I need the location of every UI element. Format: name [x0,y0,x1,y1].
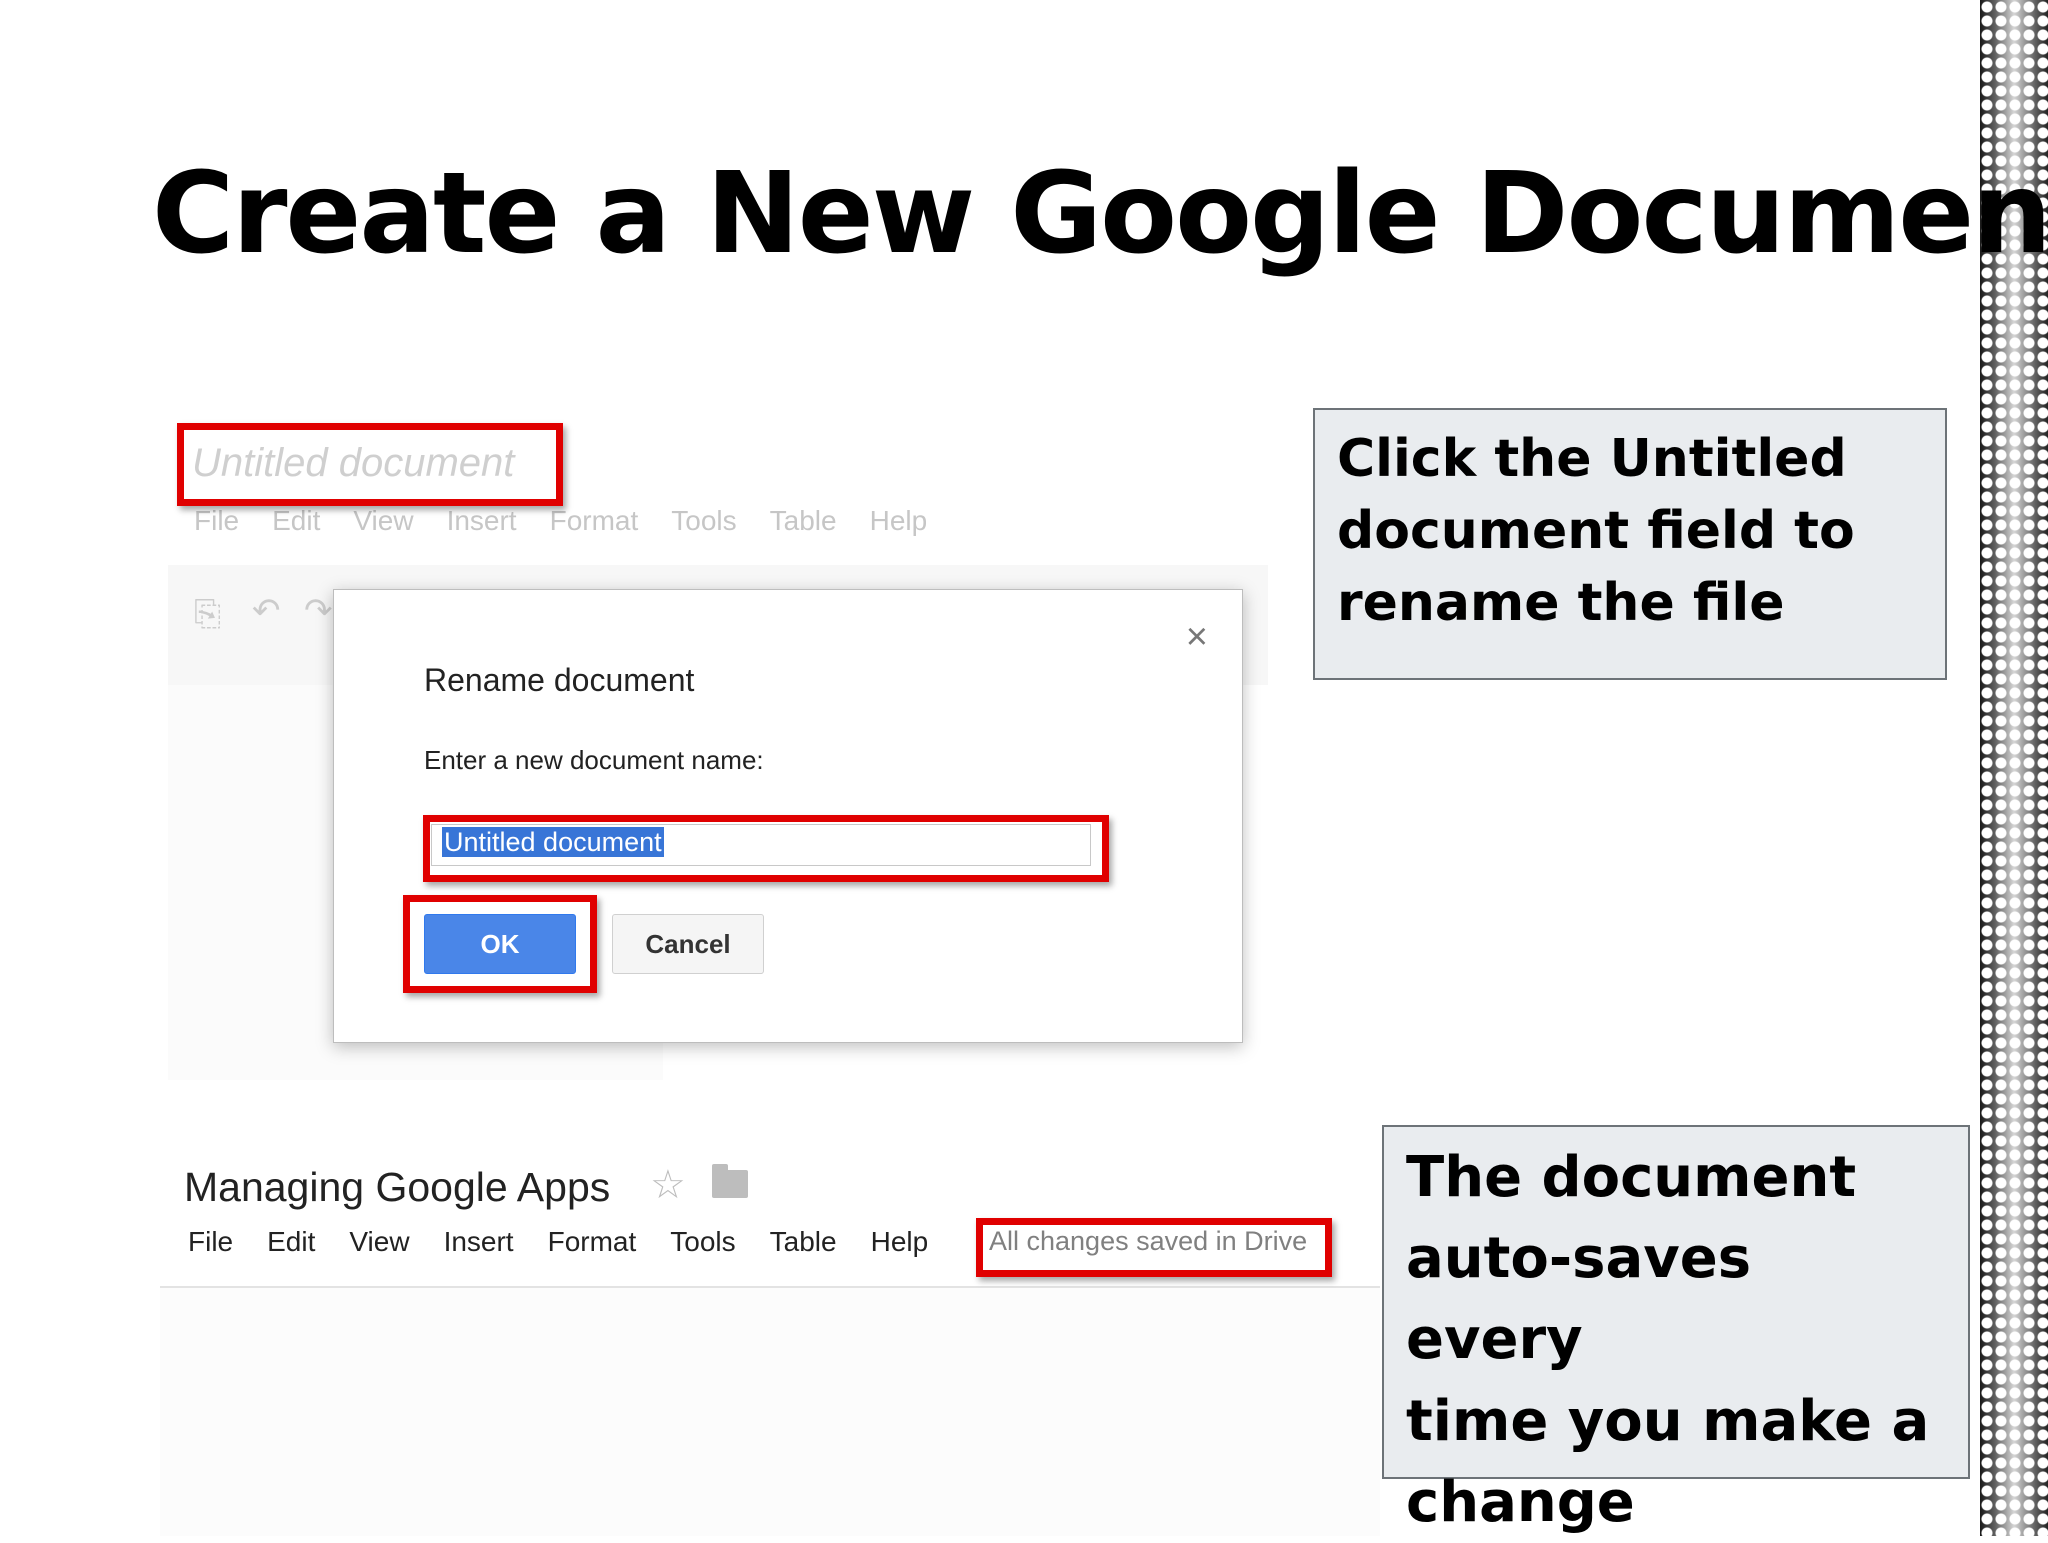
callout-autosave-line-3: time you make a [1406,1388,1930,1454]
menubar-faded: File Edit View Insert Format Tools Table… [194,505,960,537]
menu-edit[interactable]: Edit [267,1226,315,1258]
callout-autosave-line-1: The document [1406,1145,1857,1210]
printer-icon[interactable]: ⎘ [194,595,221,634]
menu-format[interactable]: Format [548,1226,637,1258]
callout-autosave: The document auto-saves every time you m… [1382,1125,1970,1535]
menu-help[interactable]: Help [871,1226,929,1258]
highlight-save-status [976,1218,1332,1277]
screenshot-autosave: Managing Google Apps ☆ File Edit View In… [160,1150,1380,1536]
highlight-ok-button [403,895,597,993]
highlight-untitled-title [177,423,563,506]
highlight-name-input [423,815,1109,882]
menu-format[interactable]: Format [550,505,639,537]
menu-edit[interactable]: Edit [272,505,320,537]
menu-table[interactable]: Table [770,1226,837,1258]
callout-autosave-line-4: change [1406,1469,1635,1535]
dialog-prompt: Enter a new document name: [424,745,764,775]
slide-title: Create a New Google Document [152,149,2048,279]
menu-view[interactable]: View [349,1226,409,1258]
cancel-button[interactable]: Cancel [612,914,764,974]
dialog-title: Rename document [424,662,695,698]
menu-insert[interactable]: Insert [447,505,517,537]
doc-title[interactable]: Managing Google Apps [184,1164,610,1211]
star-icon[interactable]: ☆ [650,1162,686,1208]
undo-icon[interactable]: ↶ [252,591,281,631]
callout-rename-line-2: document field to [1337,500,1855,561]
menu-insert[interactable]: Insert [444,1226,514,1258]
menu-tools[interactable]: Tools [671,505,736,537]
menu-tools[interactable]: Tools [670,1226,735,1258]
callout-rename: Click the Untitled document field to ren… [1313,408,1947,680]
slide: Create a New Google Document Untitled do… [0,0,2048,1536]
close-icon[interactable]: × [1186,616,1208,659]
folder-icon[interactable] [712,1164,748,1198]
callout-rename-line-3: rename the file [1337,572,1785,633]
menu-table[interactable]: Table [770,505,837,537]
menubar: File Edit View Insert Format Tools Table… [188,1226,962,1258]
menu-view[interactable]: View [353,505,413,537]
redo-icon[interactable]: ↷ [304,591,333,631]
callout-rename-line-1: Click the Untitled [1337,429,1847,489]
menu-file[interactable]: File [188,1226,233,1258]
document-area [160,1288,1380,1536]
menu-help[interactable]: Help [870,505,928,537]
menu-file[interactable]: File [194,505,239,537]
callout-autosave-line-2: auto-saves every [1406,1226,1752,1373]
